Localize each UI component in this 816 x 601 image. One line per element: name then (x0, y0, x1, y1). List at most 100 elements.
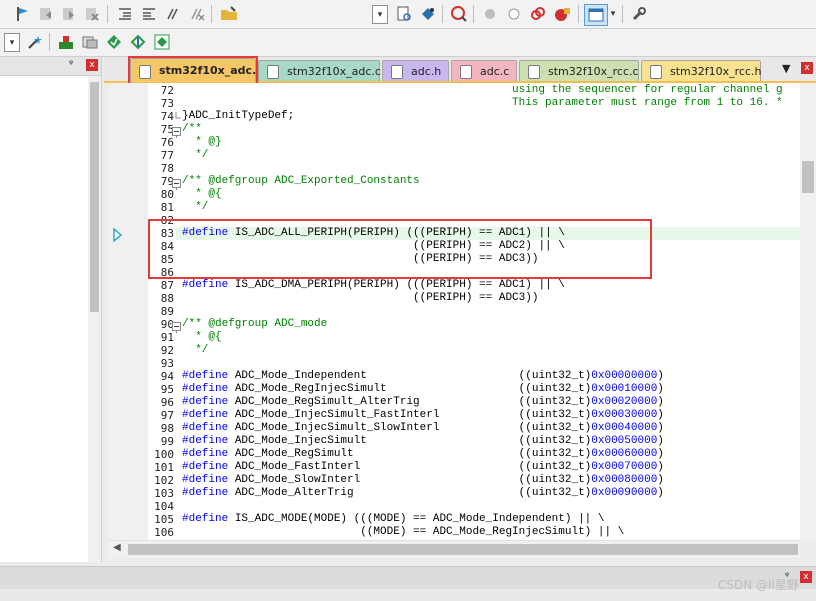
project-scrollbar[interactable] (88, 76, 101, 562)
line-number: 85 (160, 253, 174, 266)
start-debug-icon[interactable] (449, 4, 469, 24)
code-line: /** (182, 123, 202, 135)
line-number: 105 (154, 513, 174, 526)
line-number: 83 (160, 227, 174, 240)
code-line: #define IS_ADC_DMA_PERIPH(PERIPH) (((PER… (182, 279, 565, 291)
editor-vertical-scrollbar[interactable] (800, 83, 816, 540)
editor-gutter (108, 83, 148, 540)
code-line: #define ADC_Mode_SlowInterl ((uint32_t)0… (182, 474, 664, 486)
code-line: ((PERIPH) == ADC2) || \ (182, 240, 565, 252)
file-tab-bar: stm32f10x_adc.h stm32f10x_adc.c adc.h ad… (104, 57, 816, 83)
line-number: 81 (160, 201, 174, 214)
bottom-panel-header: ᵠ x (0, 566, 816, 589)
file-icon (267, 65, 279, 79)
code-line: */ (182, 149, 209, 161)
open-folder-icon[interactable] (219, 4, 239, 24)
tab-stm32f10x-adc-h[interactable]: stm32f10x_adc.h (130, 58, 264, 82)
line-number: 78 (160, 162, 174, 175)
line-number: 88 (160, 292, 174, 305)
tab-stm32f10x-rcc-h[interactable]: stm32f10x_rcc.h (641, 60, 761, 81)
fold-toggle-icon[interactable] (172, 318, 181, 334)
breakpoint-disable-icon[interactable] (504, 4, 524, 24)
fold-toggle-icon[interactable] (172, 123, 181, 139)
debug-icon[interactable] (418, 4, 438, 24)
scrollbar-thumb[interactable] (90, 82, 99, 312)
find-in-files-icon[interactable] (394, 4, 414, 24)
code-line: ((PERIPH) == ADC3)) (182, 253, 539, 265)
fold-end-icon[interactable] (172, 110, 181, 123)
rebuild-icon[interactable] (104, 32, 124, 52)
build-toolbar: ▾ (0, 29, 816, 57)
code-editor[interactable]: 72 using the sequencer for regular channe… (108, 83, 816, 540)
dropdown-icon[interactable]: ▾ (606, 5, 620, 22)
line-number: 95 (160, 383, 174, 396)
dropdown-icon[interactable]: ▾ (372, 5, 388, 24)
panel-close-icon[interactable]: x (86, 59, 98, 71)
scrollbar-thumb[interactable] (802, 161, 814, 193)
line-number: 76 (160, 136, 174, 149)
line-number: 73 (160, 97, 174, 110)
code-line: ((PERIPH) == ADC3)) (182, 292, 539, 304)
tab-dropdown-icon[interactable]: ▼ (782, 62, 790, 75)
tab-label: stm32f10x_rcc.c (548, 65, 639, 78)
tab-stm32f10x-rcc-c[interactable]: stm32f10x_rcc.c (519, 60, 639, 81)
tab-stm32f10x-adc-c[interactable]: stm32f10x_adc.c (258, 60, 381, 81)
tab-close-icon[interactable]: x (801, 62, 813, 74)
line-number: 72 (160, 84, 174, 97)
project-panel: ᵠ x (0, 57, 102, 562)
line-number: 90 (160, 318, 174, 331)
line-number: 77 (160, 149, 174, 162)
indent-icon[interactable] (115, 4, 135, 24)
kill-breakpoints-icon[interactable] (552, 4, 572, 24)
code-line: }ADC_InitTypeDef; (182, 110, 295, 122)
line-number: 94 (160, 370, 174, 383)
scrollbar-thumb[interactable] (128, 544, 798, 555)
line-number: 104 (154, 500, 174, 513)
settings-wrench-icon[interactable] (629, 4, 649, 24)
line-number: 84 (160, 240, 174, 253)
uncomment-icon[interactable] (187, 4, 207, 24)
window-layout-icon[interactable] (584, 4, 608, 26)
code-line: #define ADC_Mode_RegSimult_AlterTrig ((u… (182, 396, 664, 408)
file-icon (460, 65, 472, 79)
code-line: #define ADC_Mode_Independent ((uint32_t)… (182, 370, 664, 382)
line-number: 86 (160, 266, 174, 279)
editor-horizontal-scrollbar[interactable]: ◀ (108, 540, 800, 558)
download-icon[interactable] (128, 32, 148, 52)
unindent-icon[interactable] (139, 4, 159, 24)
load-icon[interactable] (152, 32, 172, 52)
translate-icon[interactable] (56, 32, 76, 52)
tab-adc-c[interactable]: adc.c (451, 60, 517, 81)
pin-icon[interactable]: ᵠ (69, 59, 73, 70)
scroll-left-icon[interactable]: ◀ (113, 542, 121, 553)
bookmark-prev-icon[interactable] (36, 4, 56, 24)
magic-wand-icon[interactable] (25, 32, 45, 52)
bookmark-clear-icon[interactable] (82, 4, 102, 24)
current-line-arrow-icon (113, 227, 122, 246)
breakpoint-clear-icon[interactable] (528, 4, 548, 24)
status-bar (0, 589, 816, 601)
file-icon (139, 65, 151, 79)
line-number: 82 (160, 214, 174, 227)
dropdown-icon[interactable]: ▾ (4, 33, 20, 52)
file-icon (650, 65, 662, 79)
line-number: 80 (160, 188, 174, 201)
line-number: 102 (154, 474, 174, 487)
tab-label: adc.c (480, 65, 510, 78)
code-line: /** @defgroup ADC_mode (182, 318, 328, 330)
comment-icon[interactable] (163, 4, 183, 24)
project-tree[interactable] (0, 76, 88, 562)
code-line: #define ADC_Mode_RegInjecSimult ((uint32… (182, 383, 664, 395)
panel-close-icon[interactable]: x (800, 571, 812, 583)
tab-label: stm32f10x_adc.c (287, 65, 381, 78)
fold-toggle-icon[interactable] (172, 175, 181, 191)
code-line: */ (182, 344, 209, 356)
bookmark-next-icon[interactable] (59, 4, 79, 24)
breakpoint-icon[interactable] (480, 4, 500, 24)
tab-adc-h[interactable]: adc.h (382, 60, 449, 81)
bookmark-flag-icon[interactable] (12, 4, 32, 24)
code-line: /** @defgroup ADC_Exported_Constants (182, 175, 420, 187)
line-number: 74 (160, 110, 174, 123)
build-icon[interactable] (80, 32, 100, 52)
file-icon (528, 65, 540, 79)
